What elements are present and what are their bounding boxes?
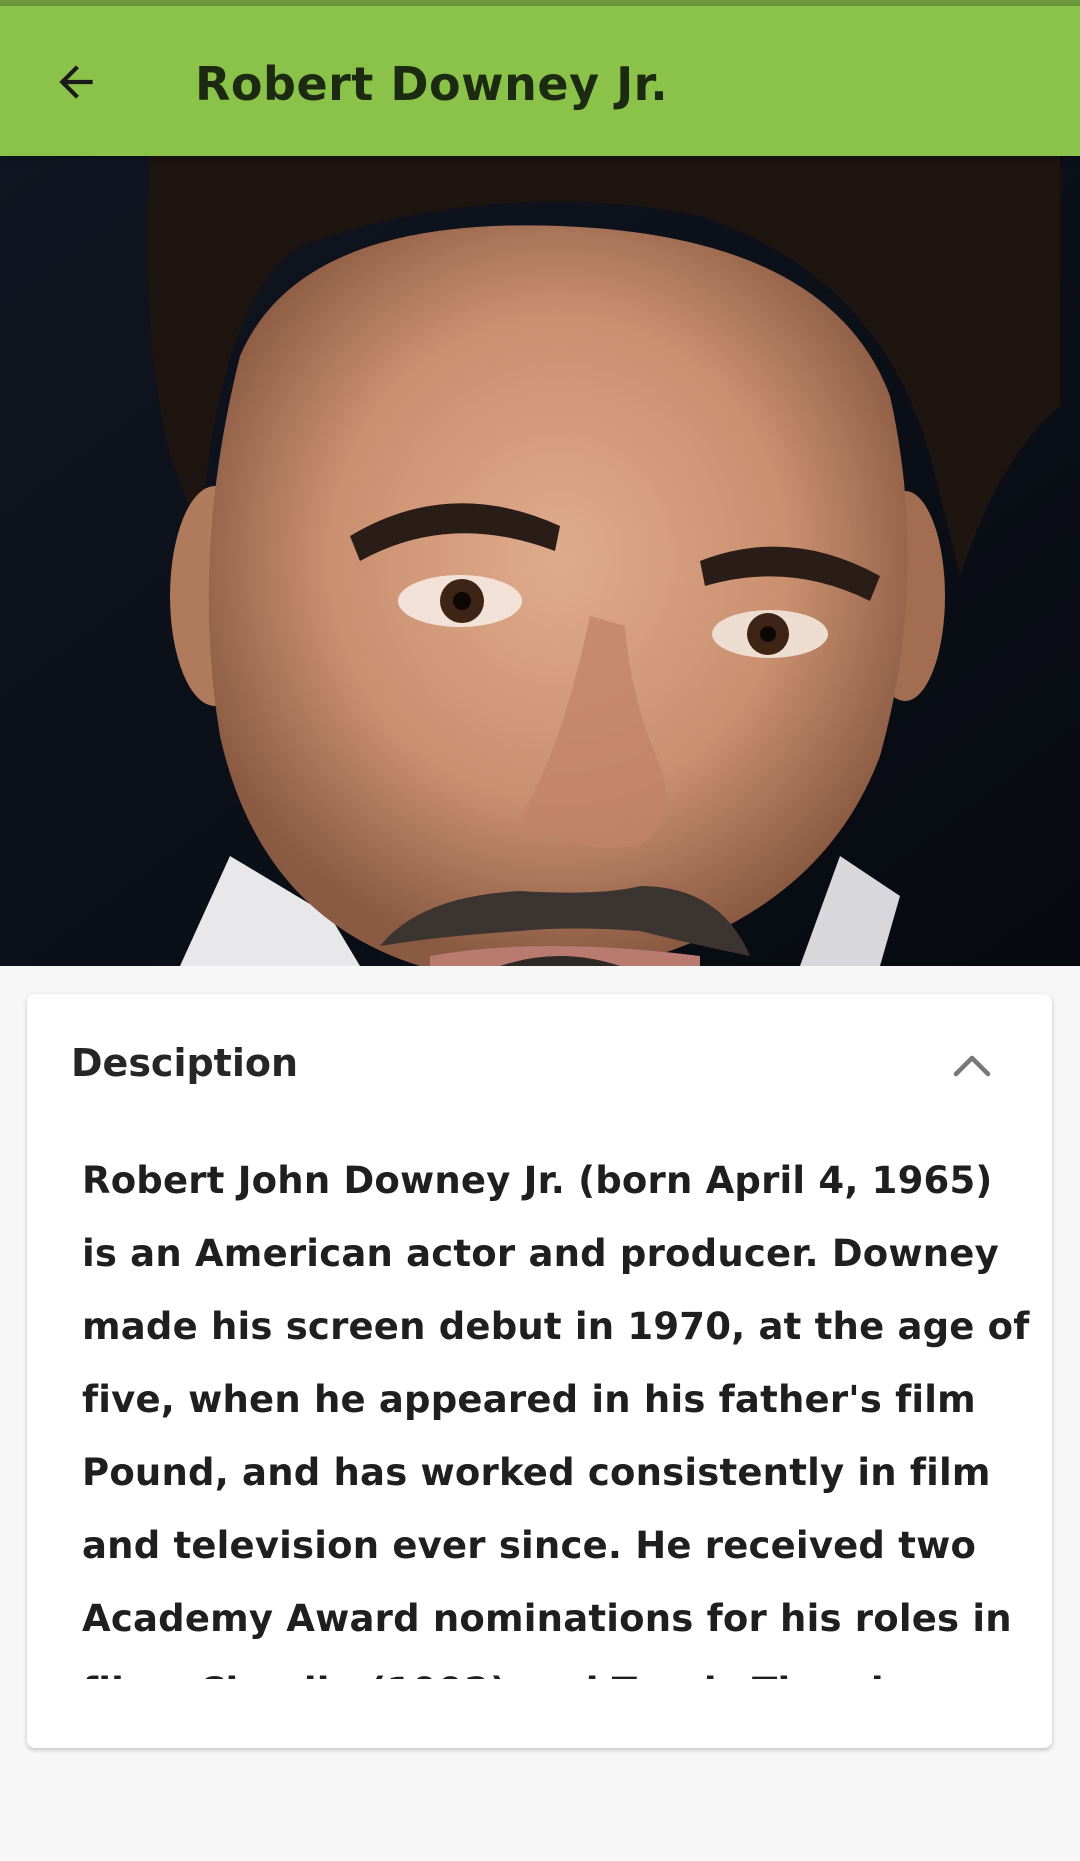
hero-image bbox=[0, 156, 1080, 966]
description-body: Robert John Downey Jr. (born April 4, 19… bbox=[82, 1144, 1032, 1679]
portrait-illustration bbox=[0, 156, 1080, 966]
description-header[interactable]: Desciption bbox=[27, 994, 1052, 1134]
app-bar: Robert Downey Jr. bbox=[0, 6, 1080, 156]
page-title: Robert Downey Jr. bbox=[195, 57, 669, 111]
description-card: Desciption Robert John Downey Jr. (born … bbox=[27, 994, 1052, 1748]
arrow-back-icon bbox=[58, 64, 93, 99]
back-button[interactable] bbox=[38, 44, 113, 119]
description-text: Robert John Downey Jr. (born April 4, 19… bbox=[82, 1159, 1030, 1679]
description-title: Desciption bbox=[71, 1041, 299, 1085]
chevron-up-icon bbox=[953, 1055, 991, 1077]
collapse-toggle[interactable] bbox=[944, 1044, 1000, 1084]
